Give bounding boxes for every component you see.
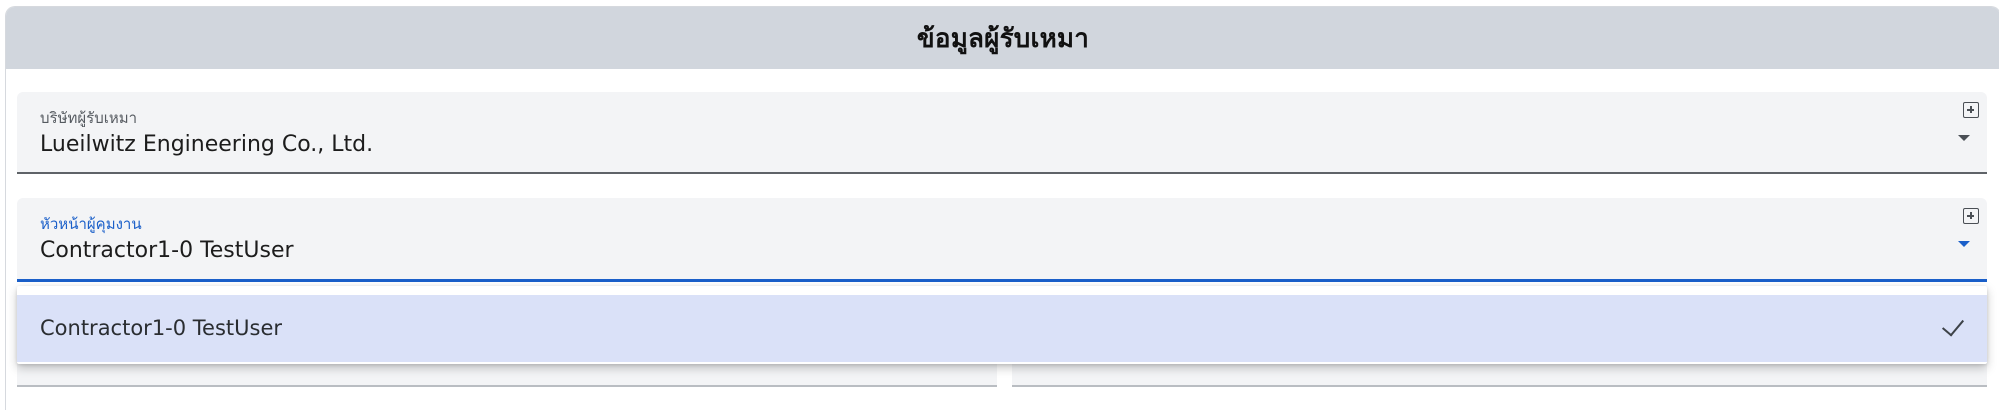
arrow-drop-down-icon[interactable] bbox=[1958, 241, 1970, 247]
panel-header: ข้อมูลผู้รับเหมา bbox=[6, 7, 1999, 69]
contractor-company-select[interactable]: บริษัทผู้รับเหมา Lueilwitz Engineering C… bbox=[17, 92, 1987, 174]
dropdown-option[interactable]: Contractor1-0 TestUser bbox=[17, 295, 1987, 362]
add-box-icon[interactable] bbox=[1963, 208, 1979, 224]
site-supervisor-value: Contractor1-0 TestUser bbox=[40, 238, 294, 263]
check-icon bbox=[1941, 313, 1965, 337]
panel-title: ข้อมูลผู้รับเหมา bbox=[916, 23, 1090, 54]
contractor-company-value: Lueilwitz Engineering Co., Ltd. bbox=[40, 132, 374, 157]
add-box-icon[interactable] bbox=[1963, 102, 1979, 118]
site-supervisor-label: หัวหน้าผู้คุมงาน bbox=[40, 215, 142, 233]
dropdown-option-label: Contractor1-0 TestUser bbox=[40, 316, 283, 340]
arrow-drop-down-icon[interactable] bbox=[1958, 135, 1970, 141]
site-supervisor-dropdown: Contractor1-0 TestUser bbox=[17, 286, 1987, 364]
contractor-company-label: บริษัทผู้รับเหมา bbox=[40, 109, 138, 127]
contractor-info-panel: ข้อมูลผู้รับเหมา บริษัทผู้รับเหมา Lueilw… bbox=[5, 6, 1999, 410]
site-supervisor-select[interactable]: หัวหน้าผู้คุมงาน Contractor1-0 TestUser bbox=[17, 198, 1987, 282]
